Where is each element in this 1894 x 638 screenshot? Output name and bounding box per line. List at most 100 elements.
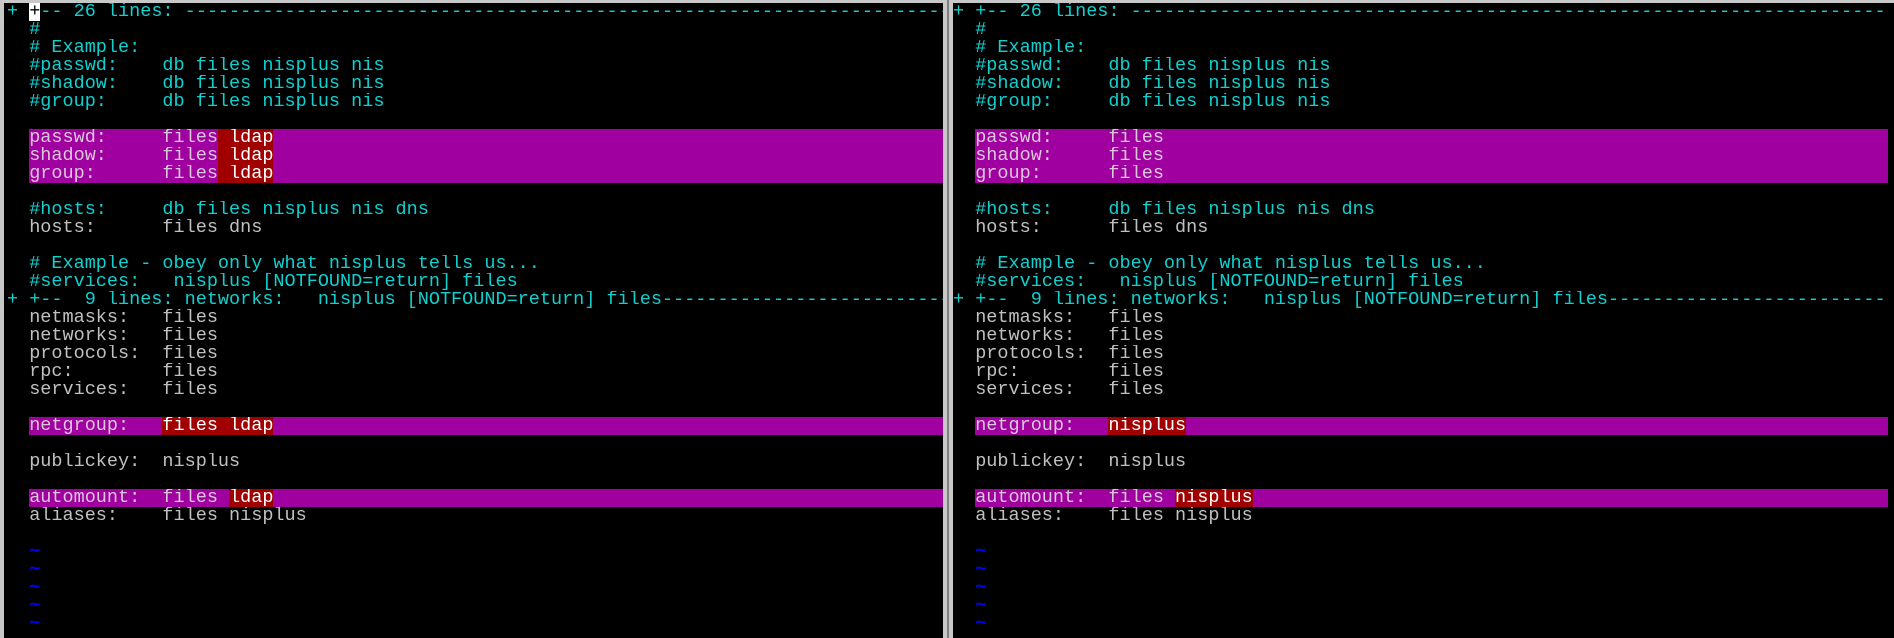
fold-sign-column <box>953 543 975 561</box>
text-line <box>7 435 943 453</box>
fold-sign-column <box>7 129 29 147</box>
line-text: # <box>29 21 41 39</box>
fold-sign-column <box>7 57 29 75</box>
diff-changed-line: group: files ldap <box>7 165 943 183</box>
comment-line: # Example - obey only what nisplus tells… <box>7 255 943 273</box>
comment-line: #services: nisplus [NOTFOUND=return] fil… <box>7 273 943 291</box>
line-text: #group: db files nisplus nis <box>29 93 385 111</box>
fold-sign-column <box>953 57 975 75</box>
line-text: protocols: files <box>29 345 218 363</box>
fold-sign-column <box>7 147 29 165</box>
text-cursor: + <box>29 3 41 21</box>
text-line: protocols: files <box>7 345 943 363</box>
fold-sign-column <box>7 39 29 57</box>
line-text: #hosts: db files nisplus nis dns <box>29 201 429 219</box>
fold-sign-column <box>7 255 29 273</box>
text-line: rpc: files <box>953 363 1888 381</box>
fold-sign-column <box>7 471 29 489</box>
fold-line[interactable]: + +-- 9 lines: networks: nisplus [NOTFOUN… <box>953 289 1888 310</box>
fold-sign-column <box>7 615 29 633</box>
text-line <box>7 237 943 255</box>
line-text: passwd: files <box>975 129 1888 147</box>
line-text: netmasks: files <box>29 309 218 327</box>
text-line: services: files <box>953 381 1888 399</box>
line-text: aliases: files nisplus <box>975 507 1253 525</box>
fold-sign-column <box>7 363 29 381</box>
filler-line: ~ <box>953 543 1888 561</box>
line-text: #services: nisplus [NOTFOUND=return] fil… <box>29 273 518 291</box>
line-text <box>975 111 1888 129</box>
line-text: #shadow: db files nisplus nis <box>975 75 1331 93</box>
diff-changed-text: ldap <box>229 489 274 507</box>
fold-sign-column <box>953 219 975 237</box>
filler-line: ~ <box>7 561 943 579</box>
comment-line: #hosts: db files nisplus nis dns <box>953 201 1888 219</box>
comment-line: #group: db files nisplus nis <box>953 93 1888 111</box>
fold-sign-column <box>7 489 29 507</box>
line-text: +-- 26 lines: --------------------------… <box>975 3 1888 21</box>
filler-line: ~ <box>953 597 1888 615</box>
tilde-filler-icon: ~ <box>29 597 41 615</box>
tilde-filler-icon: ~ <box>29 561 41 579</box>
text-line <box>7 183 943 201</box>
filler-line: ~ <box>953 561 1888 579</box>
diff-changed-line: passwd: files <box>953 129 1888 147</box>
line-text <box>975 183 1888 201</box>
fold-sign-column <box>953 363 975 381</box>
fold-sign-column <box>7 417 29 435</box>
line-text: publickey: nisplus <box>29 453 241 471</box>
line-text: # Example - obey only what nisplus tells… <box>29 255 540 273</box>
fold-sign-column <box>7 219 29 237</box>
line-text: services: files <box>975 381 1164 399</box>
vertical-split-separator[interactable] <box>943 0 953 638</box>
fold-sign-column <box>953 201 975 219</box>
filler-line: ~ <box>7 615 943 633</box>
line-text: networks: files <box>29 327 218 345</box>
diff-changed-line: netgroup: files ldap <box>7 417 943 435</box>
fold-sign-column <box>953 489 975 507</box>
diff-changed-line: netgroup: nisplus <box>953 417 1888 435</box>
text-line <box>953 435 1888 453</box>
fold-sign-column <box>7 183 29 201</box>
fold-sign-column: + <box>953 289 965 310</box>
diff-changed-line: automount: files ldap <box>7 489 943 507</box>
fold-sign-column <box>953 21 975 39</box>
fold-line[interactable]: + +-- 26 lines: -------------------------… <box>953 3 1888 21</box>
diff-changed-text: files ldap <box>162 417 274 435</box>
fold-sign-column <box>953 381 975 399</box>
window-left-border <box>0 0 4 638</box>
fold-sign-column <box>7 201 29 219</box>
diff-changed-line: group: files <box>953 165 1888 183</box>
fold-sign-column <box>953 237 975 255</box>
line-text: netgroup: files ldap <box>29 417 943 435</box>
fold-sign-column <box>953 255 975 273</box>
line-text: +-- 9 lines: networks: nisplus [NOTFOUND… <box>975 291 1888 309</box>
fold-sign-column <box>7 93 29 111</box>
fold-sign-column <box>953 309 975 327</box>
fold-sign-column <box>953 111 975 129</box>
fold-sign-column: + <box>953 3 965 22</box>
diff-changed-text: ldap <box>217 147 274 165</box>
fold-line[interactable]: + +-- 9 lines: networks: nisplus [NOTFOUN… <box>7 290 943 309</box>
line-text <box>29 237 943 255</box>
fold-sign-column <box>7 75 29 93</box>
fold-sign-column <box>7 525 29 543</box>
text-line <box>953 399 1888 417</box>
tilde-filler-icon: ~ <box>975 579 987 597</box>
line-text: hosts: files dns <box>975 219 1209 237</box>
fold-sign-column <box>7 399 29 417</box>
line-text: #services: nisplus [NOTFOUND=return] fil… <box>975 273 1464 291</box>
fold-line[interactable]: + +-- 26 lines: -------------------------… <box>7 3 943 21</box>
line-text: # <box>975 21 987 39</box>
diff-pane-left[interactable]: + +-- 26 lines: -------------------------… <box>7 3 943 638</box>
comment-line: #group: db files nisplus nis <box>7 93 943 111</box>
tilde-filler-icon: ~ <box>29 579 41 597</box>
fold-sign-column <box>7 435 29 453</box>
text-line <box>953 237 1888 255</box>
line-text <box>975 399 1888 417</box>
fold-sign-column <box>953 471 975 489</box>
fold-sign-column <box>7 21 29 39</box>
text-line: publickey: nisplus <box>7 453 943 471</box>
line-text: rpc: files <box>29 363 218 381</box>
diff-pane-right[interactable]: + +-- 26 lines: -------------------------… <box>953 3 1888 638</box>
